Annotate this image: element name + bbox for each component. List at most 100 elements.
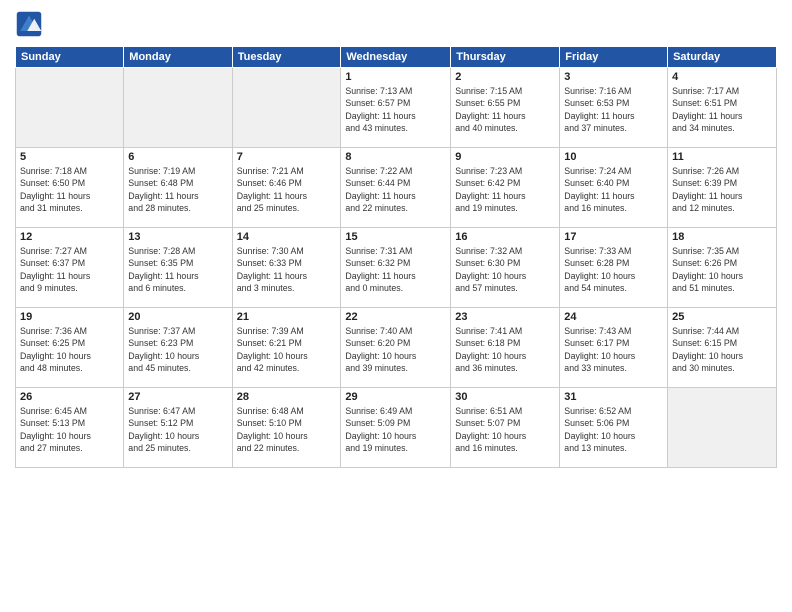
calendar-cell [124, 68, 232, 148]
day-number: 19 [20, 311, 119, 323]
header [15, 10, 777, 38]
calendar-cell: 21 Sunrise: 7:39 AM Sunset: 6:21 PM Dayli… [232, 308, 341, 388]
logo-icon [15, 10, 43, 38]
page: SundayMondayTuesdayWednesdayThursdayFrid… [0, 0, 792, 612]
day-number: 29 [345, 391, 446, 403]
day-number: 4 [672, 71, 772, 83]
day-info: Sunrise: 7:31 AM Sunset: 6:32 PM Dayligh… [345, 245, 446, 294]
day-number: 9 [455, 151, 555, 163]
calendar-cell: 7 Sunrise: 7:21 AM Sunset: 6:46 PM Daylig… [232, 148, 341, 228]
day-info: Sunrise: 7:39 AM Sunset: 6:21 PM Dayligh… [237, 325, 337, 374]
weekday-header-sunday: Sunday [16, 47, 124, 68]
calendar-cell: 10 Sunrise: 7:24 AM Sunset: 6:40 PM Dayli… [560, 148, 668, 228]
day-number: 16 [455, 231, 555, 243]
calendar-cell [16, 68, 124, 148]
calendar-cell: 6 Sunrise: 7:19 AM Sunset: 6:48 PM Daylig… [124, 148, 232, 228]
day-info: Sunrise: 7:30 AM Sunset: 6:33 PM Dayligh… [237, 245, 337, 294]
day-number: 11 [672, 151, 772, 163]
day-number: 26 [20, 391, 119, 403]
day-number: 23 [455, 311, 555, 323]
calendar-cell: 22 Sunrise: 7:40 AM Sunset: 6:20 PM Dayli… [341, 308, 451, 388]
calendar-cell: 11Sunrise: 7:26 AM Sunset: 6:39 PM Dayli… [668, 148, 777, 228]
day-info: Sunrise: 6:48 AM Sunset: 5:10 PM Dayligh… [237, 405, 337, 454]
calendar-cell: 25 Sunrise: 7:44 AM Sunset: 6:15 PM Dayli… [668, 308, 777, 388]
day-info: Sunrise: 6:52 AM Sunset: 5:06 PM Dayligh… [564, 405, 663, 454]
day-info: Sunrise: 7:40 AM Sunset: 6:20 PM Dayligh… [345, 325, 446, 374]
day-number: 3 [564, 71, 663, 83]
calendar-cell: 20 Sunrise: 7:37 AM Sunset: 6:23 PM Dayli… [124, 308, 232, 388]
day-number: 27 [128, 391, 227, 403]
weekday-header-friday: Friday [560, 47, 668, 68]
day-info: Sunrise: 6:51 AM Sunset: 5:07 PM Dayligh… [455, 405, 555, 454]
day-info: Sunrise: 7:43 AM Sunset: 6:17 PM Dayligh… [564, 325, 663, 374]
day-number: 25 [672, 311, 772, 323]
calendar-cell [232, 68, 341, 148]
day-number: 6 [128, 151, 227, 163]
day-info: Sunrise: 7:24 AM Sunset: 6:40 PM Dayligh… [564, 165, 663, 214]
day-number: 31 [564, 391, 663, 403]
calendar-cell: 8Sunrise: 7:22 AM Sunset: 6:44 PM Daylig… [341, 148, 451, 228]
weekday-header-saturday: Saturday [668, 47, 777, 68]
day-info: Sunrise: 7:16 AM Sunset: 6:53 PM Dayligh… [564, 85, 663, 134]
day-info: Sunrise: 7:17 AM Sunset: 6:51 PM Dayligh… [672, 85, 772, 134]
weekday-header-tuesday: Tuesday [232, 47, 341, 68]
day-number: 22 [345, 311, 446, 323]
calendar-cell: 15 Sunrise: 7:31 AM Sunset: 6:32 PM Dayli… [341, 228, 451, 308]
day-number: 20 [128, 311, 227, 323]
day-info: Sunrise: 7:37 AM Sunset: 6:23 PM Dayligh… [128, 325, 227, 374]
day-info: Sunrise: 7:33 AM Sunset: 6:28 PM Dayligh… [564, 245, 663, 294]
day-number: 30 [455, 391, 555, 403]
day-number: 7 [237, 151, 337, 163]
day-number: 28 [237, 391, 337, 403]
calendar-cell: 4 Sunrise: 7:17 AM Sunset: 6:51 PM Daylig… [668, 68, 777, 148]
day-number: 10 [564, 151, 663, 163]
calendar-cell: 23 Sunrise: 7:41 AM Sunset: 6:18 PM Dayli… [451, 308, 560, 388]
day-info: Sunrise: 7:32 AM Sunset: 6:30 PM Dayligh… [455, 245, 555, 294]
day-number: 15 [345, 231, 446, 243]
calendar-cell: 16 Sunrise: 7:32 AM Sunset: 6:30 PM Dayli… [451, 228, 560, 308]
calendar-cell: 28 Sunrise: 6:48 AM Sunset: 5:10 PM Dayli… [232, 388, 341, 468]
calendar-cell: 27 Sunrise: 6:47 AM Sunset: 5:12 PM Dayli… [124, 388, 232, 468]
calendar-week-5: 26 Sunrise: 6:45 AM Sunset: 5:13 PM Dayli… [16, 388, 777, 468]
calendar-cell [668, 388, 777, 468]
calendar-cell: 9 Sunrise: 7:23 AM Sunset: 6:42 PM Daylig… [451, 148, 560, 228]
day-info: Sunrise: 6:47 AM Sunset: 5:12 PM Dayligh… [128, 405, 227, 454]
calendar-cell: 1Sunrise: 7:13 AM Sunset: 6:57 PM Daylig… [341, 68, 451, 148]
calendar-cell: 26 Sunrise: 6:45 AM Sunset: 5:13 PM Dayli… [16, 388, 124, 468]
day-number: 24 [564, 311, 663, 323]
logo [15, 10, 47, 38]
day-info: Sunrise: 7:23 AM Sunset: 6:42 PM Dayligh… [455, 165, 555, 214]
day-number: 5 [20, 151, 119, 163]
day-info: Sunrise: 7:41 AM Sunset: 6:18 PM Dayligh… [455, 325, 555, 374]
calendar-week-1: 1Sunrise: 7:13 AM Sunset: 6:57 PM Daylig… [16, 68, 777, 148]
calendar-cell: 19Sunrise: 7:36 AM Sunset: 6:25 PM Dayli… [16, 308, 124, 388]
day-number: 12 [20, 231, 119, 243]
day-number: 17 [564, 231, 663, 243]
day-info: Sunrise: 6:49 AM Sunset: 5:09 PM Dayligh… [345, 405, 446, 454]
calendar-cell: 24 Sunrise: 7:43 AM Sunset: 6:17 PM Dayli… [560, 308, 668, 388]
calendar-cell: 2 Sunrise: 7:15 AM Sunset: 6:55 PM Daylig… [451, 68, 560, 148]
day-number: 21 [237, 311, 337, 323]
calendar-cell: 12Sunrise: 7:27 AM Sunset: 6:37 PM Dayli… [16, 228, 124, 308]
day-info: Sunrise: 7:18 AM Sunset: 6:50 PM Dayligh… [20, 165, 119, 214]
day-number: 14 [237, 231, 337, 243]
calendar-cell: 5 Sunrise: 7:18 AM Sunset: 6:50 PM Daylig… [16, 148, 124, 228]
day-info: Sunrise: 7:21 AM Sunset: 6:46 PM Dayligh… [237, 165, 337, 214]
calendar-cell: 18 Sunrise: 7:35 AM Sunset: 6:26 PM Dayli… [668, 228, 777, 308]
day-info: Sunrise: 6:45 AM Sunset: 5:13 PM Dayligh… [20, 405, 119, 454]
calendar-cell: 17 Sunrise: 7:33 AM Sunset: 6:28 PM Dayli… [560, 228, 668, 308]
day-info: Sunrise: 7:35 AM Sunset: 6:26 PM Dayligh… [672, 245, 772, 294]
day-info: Sunrise: 7:19 AM Sunset: 6:48 PM Dayligh… [128, 165, 227, 214]
calendar-cell: 30 Sunrise: 6:51 AM Sunset: 5:07 PM Dayli… [451, 388, 560, 468]
weekday-header-thursday: Thursday [451, 47, 560, 68]
calendar-cell: 13Sunrise: 7:28 AM Sunset: 6:35 PM Dayli… [124, 228, 232, 308]
day-number: 13 [128, 231, 227, 243]
day-info: Sunrise: 7:44 AM Sunset: 6:15 PM Dayligh… [672, 325, 772, 374]
day-number: 18 [672, 231, 772, 243]
weekday-header-monday: Monday [124, 47, 232, 68]
day-number: 2 [455, 71, 555, 83]
calendar-cell: 31 Sunrise: 6:52 AM Sunset: 5:06 PM Dayli… [560, 388, 668, 468]
weekday-header-row: SundayMondayTuesdayWednesdayThursdayFrid… [16, 47, 777, 68]
calendar-week-3: 12Sunrise: 7:27 AM Sunset: 6:37 PM Dayli… [16, 228, 777, 308]
day-info: Sunrise: 7:15 AM Sunset: 6:55 PM Dayligh… [455, 85, 555, 134]
